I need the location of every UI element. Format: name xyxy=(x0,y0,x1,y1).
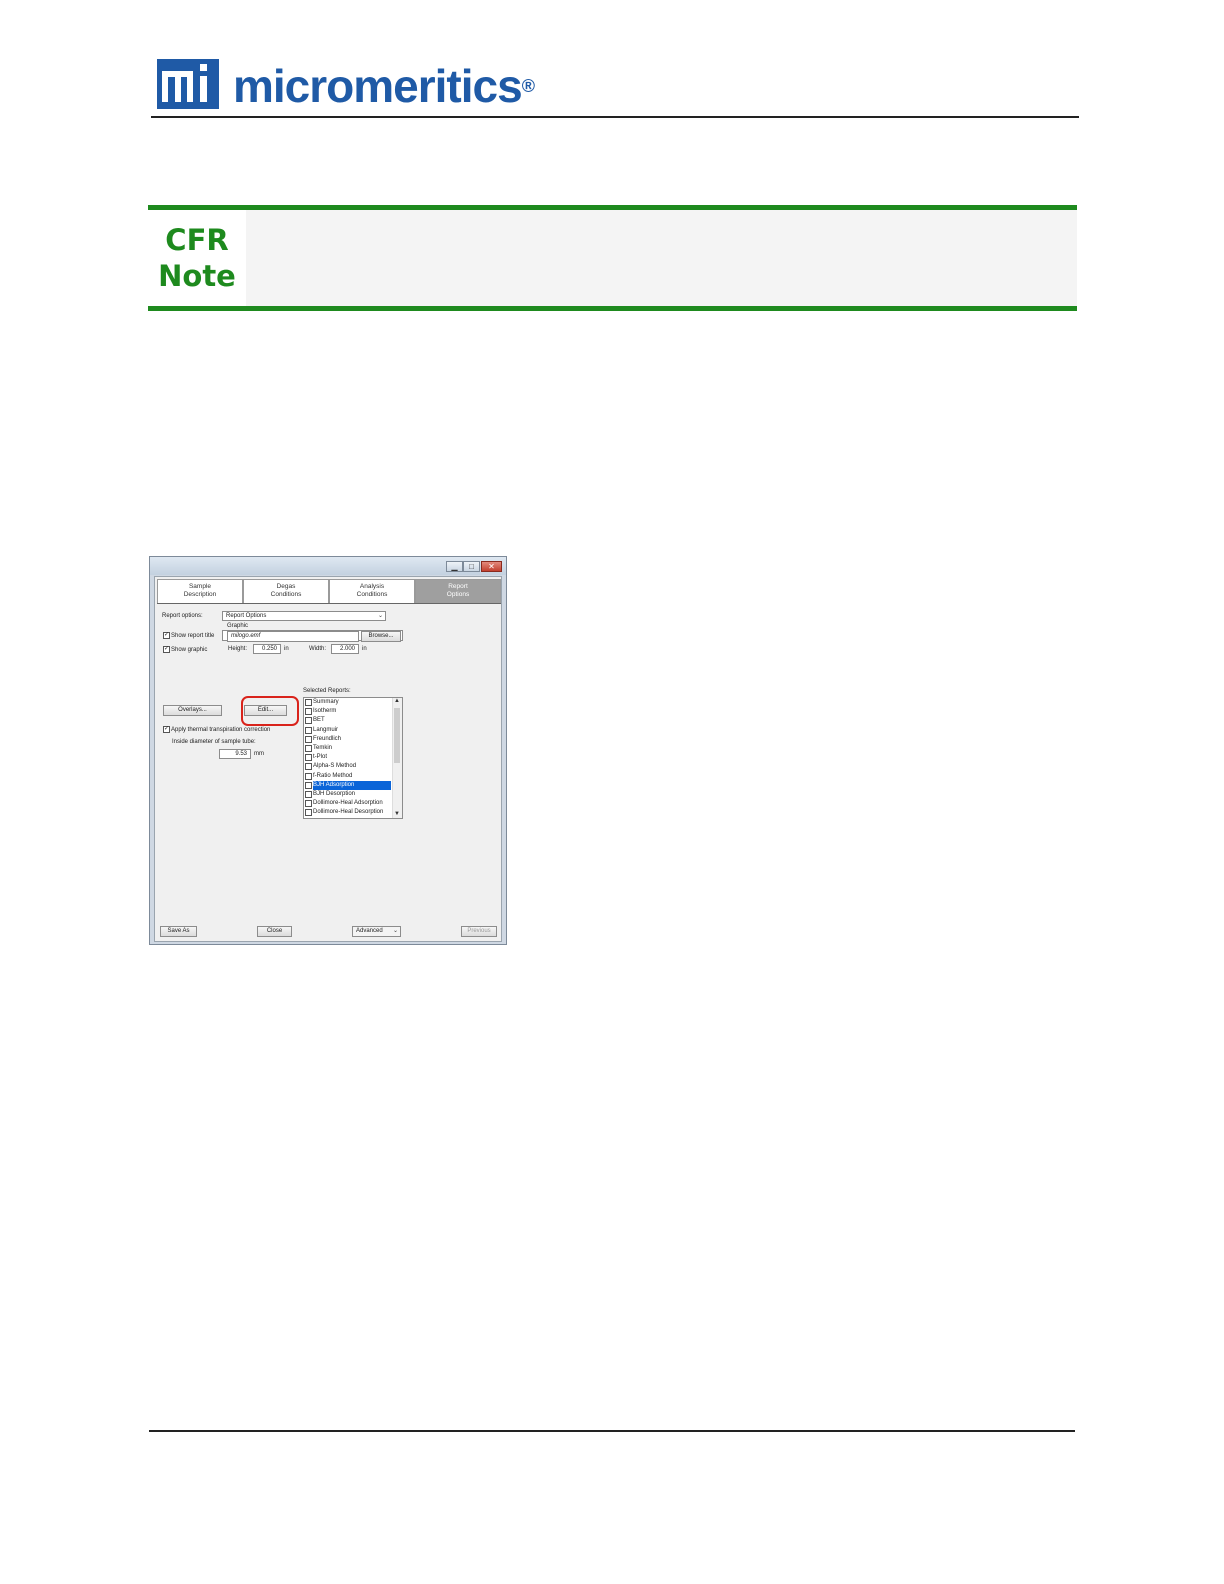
report-checkbox[interactable] xyxy=(305,754,312,762)
list-item[interactable]: t-Plot xyxy=(304,753,402,762)
tab-degas-conditions[interactable]: Degas Conditions xyxy=(243,579,329,603)
chevron-down-icon: ⌄ xyxy=(377,613,383,619)
list-item[interactable]: Dollimore-Heal Adsorption xyxy=(304,799,402,808)
report-checkbox[interactable] xyxy=(305,763,312,771)
previous-button[interactable]: Previous xyxy=(461,926,497,937)
tab-analysis-conditions[interactable]: Analysis Conditions xyxy=(329,579,415,603)
cfr-note-body xyxy=(246,210,1077,306)
tab-report-options[interactable]: Report Options xyxy=(415,579,501,603)
height-input[interactable]: 0.250 xyxy=(253,644,281,654)
tab-sample-description[interactable]: Sample Description xyxy=(157,579,243,603)
inside-diameter-input[interactable]: 9.53 xyxy=(219,749,251,759)
logo-mark xyxy=(157,59,219,109)
scroll-thumb[interactable] xyxy=(394,708,400,763)
show-graphic-label: Show graphic xyxy=(171,647,208,653)
dialog-client-area: Sample Description Degas Conditions Anal… xyxy=(154,576,502,942)
list-item[interactable]: Alpha-S Method xyxy=(304,762,402,771)
inside-diameter-unit: mm xyxy=(254,751,264,757)
micromeritics-logo: micromeritics® xyxy=(157,57,535,112)
width-unit: in xyxy=(362,646,367,652)
height-label: Height: xyxy=(228,646,248,652)
graphic-file-input[interactable]: milogo.emf xyxy=(227,631,359,642)
minimize-button[interactable]: ▁ xyxy=(446,561,463,572)
width-input[interactable]: 2.000 xyxy=(331,644,359,654)
maximize-button[interactable]: □ xyxy=(463,561,480,572)
report-checkbox[interactable] xyxy=(305,790,312,798)
tab-strip: Sample Description Degas Conditions Anal… xyxy=(157,579,501,603)
scroll-down-icon[interactable]: ▼ xyxy=(394,811,400,817)
list-item[interactable]: f-Ratio Method xyxy=(304,772,402,781)
report-checkbox[interactable] xyxy=(305,772,312,780)
scroll-up-icon[interactable]: ▲ xyxy=(394,698,400,704)
list-item[interactable]: Isotherm xyxy=(304,707,402,716)
list-item-selected[interactable]: BJH Adsorption xyxy=(304,780,402,790)
height-unit: in xyxy=(284,646,289,652)
browse-button[interactable]: Browse... xyxy=(361,631,401,642)
list-item[interactable]: BET xyxy=(304,716,402,725)
report-checkbox[interactable] xyxy=(305,717,312,725)
graphic-label: Graphic xyxy=(227,623,249,629)
inside-diameter-label: Inside diameter of sample tube: xyxy=(172,739,256,745)
close-window-button[interactable]: ✕ xyxy=(481,561,502,572)
list-item[interactable]: Temkin xyxy=(304,744,402,753)
cfr-note-label: CFR Note xyxy=(148,210,246,306)
report-options-value: Report Options xyxy=(226,613,267,619)
report-checkbox[interactable] xyxy=(305,809,312,817)
show-report-title-checkbox[interactable]: ✓ xyxy=(163,632,170,639)
width-label: Width: xyxy=(309,646,327,652)
advanced-value: Advanced xyxy=(356,928,383,934)
list-item[interactable]: Summary xyxy=(304,698,402,707)
window-titlebar: ▁ □ ✕ xyxy=(150,557,506,575)
dialog-button-bar: Save As Close Advanced ⌄ Previous xyxy=(155,917,501,941)
tab-divider xyxy=(157,603,501,604)
report-checkbox[interactable] xyxy=(305,800,312,808)
thermal-correction-checkbox[interactable]: ✓ xyxy=(163,726,170,733)
list-item[interactable]: BJH Desorption xyxy=(304,790,402,799)
close-button[interactable]: Close xyxy=(257,926,292,937)
thermal-correction-label: Apply thermal transpiration correction xyxy=(171,727,271,733)
report-checkbox[interactable] xyxy=(305,708,312,716)
graphic-group: Graphic milogo.emf Browse... Height: 0.2… xyxy=(227,623,402,659)
save-as-button[interactable]: Save As xyxy=(160,926,197,937)
report-checkbox[interactable] xyxy=(305,726,312,734)
list-item[interactable]: Langmuir xyxy=(304,726,402,735)
list-item[interactable]: Dollimore-Heal Desorption xyxy=(304,808,402,817)
cfr-label-line2: Note xyxy=(158,259,236,293)
selected-reports-list[interactable]: Summary Isotherm BET Langmuir Freundlich… xyxy=(303,697,403,819)
header-rule xyxy=(151,116,1079,118)
show-report-title-label: Show report title xyxy=(171,633,215,639)
show-graphic-checkbox[interactable]: ✓ xyxy=(163,646,170,653)
report-options-select[interactable]: Report Options ⌄ xyxy=(222,611,386,621)
cfr-label-line1: CFR xyxy=(165,223,229,257)
report-checkbox[interactable] xyxy=(305,744,312,752)
report-checkbox[interactable] xyxy=(305,735,312,743)
report-checkbox[interactable] xyxy=(305,781,312,789)
report-options-window: ▁ □ ✕ Sample Description Degas Condition… xyxy=(149,556,507,945)
edit-button-callout xyxy=(241,696,299,726)
logo-wordmark: micromeritics® xyxy=(233,60,535,112)
footer-rule xyxy=(149,1430,1075,1432)
report-checkbox[interactable] xyxy=(305,699,312,706)
selected-reports-label: Selected Reports: xyxy=(303,688,351,694)
chevron-down-icon: ⌄ xyxy=(392,928,398,934)
cfr-note-box: CFR Note xyxy=(148,205,1077,311)
advanced-select[interactable]: Advanced ⌄ xyxy=(352,926,401,937)
reports-scrollbar[interactable]: ▲ ▼ xyxy=(392,698,402,818)
overlays-button[interactable]: Overlays... xyxy=(163,705,222,716)
list-item[interactable]: Freundlich xyxy=(304,735,402,744)
report-options-label: Report options: xyxy=(162,613,203,619)
